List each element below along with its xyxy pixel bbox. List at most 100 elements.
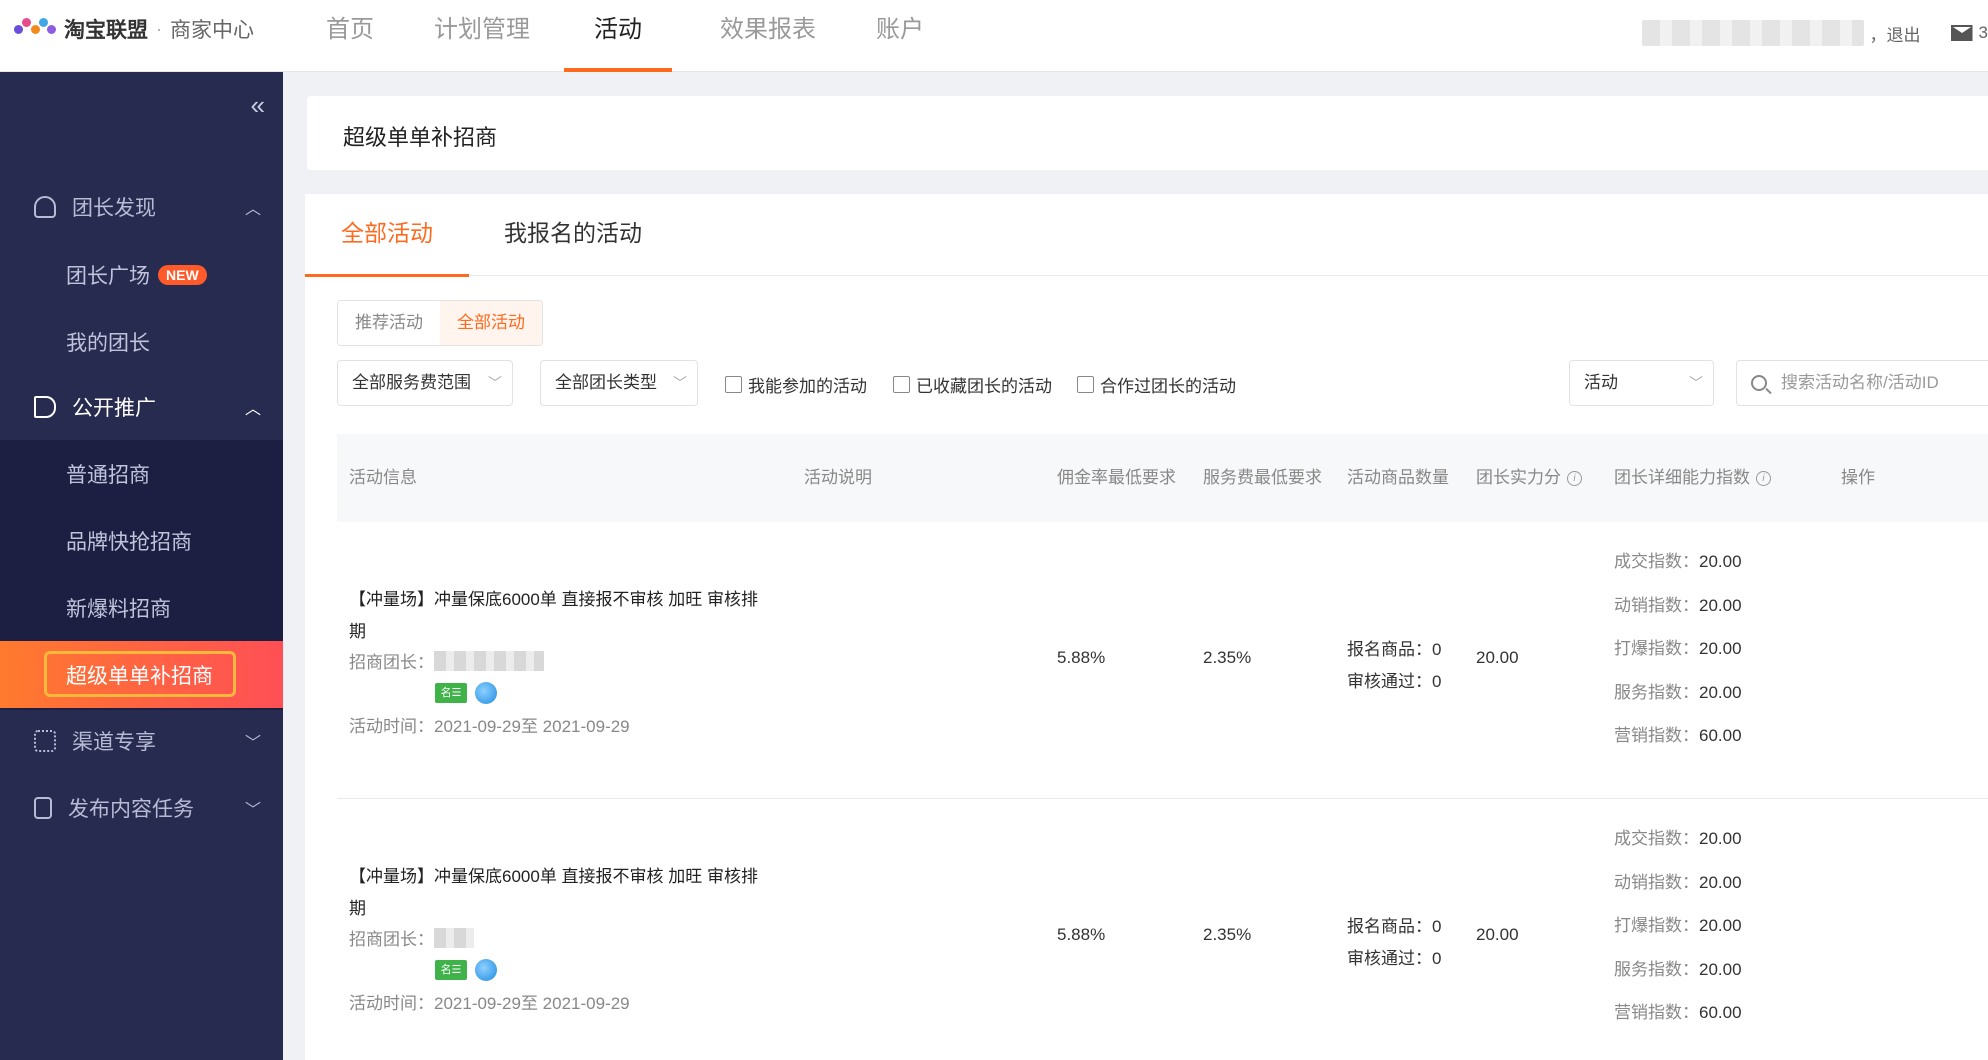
service-fee-dropdown[interactable]: 全部服务费范围 ﹀ xyxy=(337,360,513,406)
col-activity-desc: 活动说明 xyxy=(804,468,872,487)
ability-item: 成交指数：20.00 xyxy=(1614,540,1742,584)
sidebar-group-content-task[interactable]: 发布内容任务 ﹀ xyxy=(0,775,283,841)
document-icon xyxy=(34,797,52,819)
sidebar-item-new-hot[interactable]: 新爆料招商 xyxy=(0,574,283,641)
brand-separator: · xyxy=(156,18,162,39)
info-icon[interactable]: i xyxy=(1567,470,1582,486)
username-redacted xyxy=(1641,20,1864,46)
activity-leader: 招商团长： xyxy=(349,925,474,950)
sidebar-item-my-leader[interactable]: 我的团长 xyxy=(0,308,283,375)
ability-item: 营销指数：60.00 xyxy=(1614,714,1742,758)
sidebar-item-label: 品牌快抢招商 xyxy=(66,530,192,554)
main-card: 全部活动 我报名的活动 推荐活动 全部活动 全部服务费范围 ﹀ 全部团长类型 ﹀… xyxy=(305,194,1988,1060)
leader-type-dropdown[interactable]: 全部团长类型 ﹀ xyxy=(540,360,698,406)
ability-value: 60.00 xyxy=(1699,1003,1742,1022)
check-favorited-leader[interactable]: 已收藏团长的活动 xyxy=(893,372,1052,397)
ability-label: 服务指数： xyxy=(1614,682,1699,702)
leader-name-redacted[interactable] xyxy=(434,927,474,948)
chevron-up-icon: ︿ xyxy=(244,201,261,218)
activity-leader: 招商团长： xyxy=(349,648,544,673)
activity-name[interactable]: 【冲量场】冲量保底6000单 直接报不审核 加旺 审核排期 xyxy=(349,584,769,648)
nav-account[interactable]: 账户 xyxy=(846,0,954,72)
checkbox-label: 我能参加的活动 xyxy=(748,377,867,396)
wangwang-chat-icon[interactable] xyxy=(475,959,497,981)
nav-activity[interactable]: 活动 xyxy=(564,0,672,72)
col-activity-info: 活动信息 xyxy=(349,468,417,487)
goods-registered: 报名商品：0 xyxy=(1347,917,1442,936)
check-can-join[interactable]: 我能参加的活动 xyxy=(725,372,867,397)
ability-label: 成交指数： xyxy=(1614,829,1699,848)
checkbox[interactable] xyxy=(893,376,910,393)
commission-value: 5.88% xyxy=(1057,648,1106,667)
sidebar-group-leader-discovery[interactable]: 团长发现 ︿ xyxy=(0,174,283,240)
logo[interactable]: 淘宝联盟 · 商家中心 xyxy=(14,14,254,44)
sidebar-item-leader-square[interactable]: 团长广场 NEW xyxy=(0,241,283,308)
mail-icon[interactable] xyxy=(1950,25,1973,41)
check-cooperated-leader[interactable]: 合作过团长的活动 xyxy=(1077,372,1236,397)
sidebar-item-label: 新爆料招商 xyxy=(66,597,171,621)
chevron-down-icon: ﹀ xyxy=(244,802,261,819)
sidebar-item-label: 团长广场 xyxy=(66,264,150,288)
user-icon xyxy=(34,196,56,218)
service-fee-value: 2.35% xyxy=(1203,648,1252,667)
sidebar-group-public-promotion[interactable]: 公开推广 ︿ xyxy=(0,374,283,440)
dropdown-value: 全部团长类型 xyxy=(555,373,657,392)
sidebar-group-label: 发布内容任务 xyxy=(68,798,194,821)
id-card-icon[interactable]: 名☰ xyxy=(435,960,467,980)
goods-registered: 报名商品：0 xyxy=(1347,640,1442,659)
ability-value: 20.00 xyxy=(1699,595,1742,615)
search-input[interactable] xyxy=(1781,373,1981,393)
sidebar-group-channel[interactable]: 渠道专享 ﹀ xyxy=(0,708,283,774)
checkbox-label: 合作过团长的活动 xyxy=(1100,377,1236,396)
logout-link[interactable]: ，退出 xyxy=(1870,21,1921,46)
sidebar-item-super-single[interactable]: 超级单单补招商 xyxy=(0,641,283,708)
segment-recommended[interactable]: 推荐活动 xyxy=(338,301,440,345)
sidebar-item-brand-flash[interactable]: 品牌快抢招商 xyxy=(0,507,283,574)
tab-my-registered[interactable]: 我报名的活动 xyxy=(468,194,678,276)
logo-icon xyxy=(14,18,56,40)
ability-item: 营销指数：60.00 xyxy=(1614,991,1742,1035)
ability-item: 打爆指数：20.00 xyxy=(1614,904,1742,948)
title-card: 超级单单补招商 xyxy=(307,96,1988,170)
nav-reports[interactable]: 效果报表 xyxy=(690,0,846,72)
checkbox-label: 已收藏团长的活动 xyxy=(916,377,1052,396)
tabs: 全部活动 我报名的活动 xyxy=(305,194,1988,277)
activity-name[interactable]: 【冲量场】冲量保底6000单 直接报不审核 加旺 审核排期 xyxy=(349,861,769,925)
goods-count: 报名商品：0 审核通过：0 xyxy=(1347,634,1441,698)
nav-plan-management[interactable]: 计划管理 xyxy=(404,0,560,72)
megaphone-icon xyxy=(34,396,56,418)
col-label: 团长实力分 xyxy=(1476,468,1561,487)
leader-name-redacted[interactable] xyxy=(434,650,544,671)
chevron-down-icon: ﹀ xyxy=(673,375,687,391)
checkbox[interactable] xyxy=(1077,376,1094,393)
sidebar-item-label: 我的团长 xyxy=(66,331,150,355)
goods-count: 报名商品：0 审核通过：0 xyxy=(1347,911,1441,975)
checkbox[interactable] xyxy=(725,376,742,393)
id-card-icon[interactable]: 名☰ xyxy=(435,683,467,703)
ability-label: 营销指数： xyxy=(1614,726,1699,745)
wangwang-chat-icon[interactable] xyxy=(475,682,497,704)
ability-item: 服务指数：20.00 xyxy=(1614,948,1742,992)
col-service-fee: 服务费最低要求 xyxy=(1203,468,1322,487)
nav-home[interactable]: 首页 xyxy=(296,0,404,72)
double-chevron-left-icon[interactable]: « xyxy=(251,90,265,121)
search-type-dropdown[interactable]: 活动 ﹀ xyxy=(1569,360,1714,406)
new-badge: NEW xyxy=(158,264,207,285)
leader-icons: 名☰ xyxy=(435,959,497,981)
ability-value: 20.00 xyxy=(1699,639,1742,658)
segment-all[interactable]: 全部活动 xyxy=(440,301,542,345)
sidebar-item-normal[interactable]: 普通招商 xyxy=(0,440,283,507)
info-icon[interactable]: i xyxy=(1756,470,1771,486)
goods-approved: 审核通过：0 xyxy=(1347,949,1442,968)
table-header: 活动信息 活动说明 佣金率最低要求 服务费最低要求 活动商品数量 团长实力分 i… xyxy=(337,434,1988,522)
leader-label: 招商团长： xyxy=(349,653,434,672)
ability-label: 动销指数： xyxy=(1614,872,1699,892)
tab-all-activities[interactable]: 全部活动 xyxy=(305,194,469,277)
service-fee-value: 2.35% xyxy=(1203,925,1252,944)
activity-time: 活动时间：2021-09-29至 2021-09-29 xyxy=(349,717,630,736)
table-row: 【冲量场】冲量保底6000单 直接报不审核 加旺 审核排期 招商团长： 名☰ 活… xyxy=(337,799,1988,1060)
org-chart-icon xyxy=(34,730,56,752)
ability-item: 成交指数：20.00 xyxy=(1614,817,1742,861)
sidebar-item-label: 普通招商 xyxy=(66,463,150,487)
col-label: 团长详细能力指数 xyxy=(1614,468,1750,487)
